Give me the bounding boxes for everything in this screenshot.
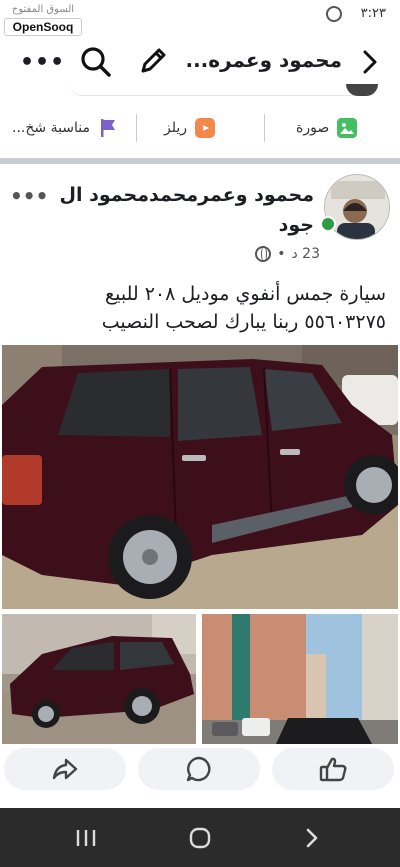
recents-icon[interactable] [70,822,102,854]
avatar-image [325,175,389,239]
back-icon[interactable] [296,822,328,854]
reels-button[interactable]: ريلز [164,110,216,146]
comment-button[interactable] [138,748,260,790]
car-side-photo[interactable] [2,614,196,744]
building-street-art [202,614,398,744]
online-indicator [320,216,336,232]
main-car-photo[interactable] [2,345,398,609]
post-text: سيارة جمس أنفوي موديل ٢٠٨ للبيع ٥٥٦٠٣٢٧٥… [16,280,386,336]
share-button[interactable] [4,748,126,790]
post-time[interactable]: 23 د [291,246,320,262]
search-icon[interactable] [78,44,114,80]
building-street-photo[interactable] [202,614,398,744]
whatsapp-icon [326,6,342,22]
car-side-art [2,614,196,744]
life-event-button[interactable]: مناسبة شخ... [12,110,118,146]
reaction-bar [0,746,400,794]
status-time: ٣:٢٣ [360,6,386,21]
composer-actions: صورة ريلز مناسبة شخ... [0,110,400,146]
life-event-label: مناسبة شخ... [12,120,91,136]
chevron-right-icon[interactable] [358,48,382,76]
watermark-brand: OpenSooq [4,18,82,36]
page-title: محمود وعمره... [185,48,342,72]
composer-input-partial[interactable] [70,84,380,96]
like-button[interactable] [272,748,394,790]
post-meta: 23 د • [255,246,320,262]
comment-icon [186,756,211,782]
photo-icon [337,118,358,138]
flag-icon [101,119,116,137]
reels-label: ريلز [164,120,188,136]
photo-label: صورة [296,120,330,136]
system-nav-bar [0,808,400,867]
car-photo-art [2,345,398,609]
post-text-line: ٥٥٦٠٣٢٧٥ ربنا يبارك لصحب النصيب [101,311,386,333]
reels-icon [195,118,216,138]
post-text-line: سيارة جمس أنفوي موديل ٢٠٨ للبيع [104,283,386,305]
divider [264,114,265,142]
post-author-name[interactable]: محمود وعمرمحمدمحمود ال جود [34,180,314,240]
watermark-arabic: السوق المفتوح [11,4,75,15]
home-icon[interactable] [184,822,216,854]
globe-icon [255,246,272,262]
author-avatar[interactable] [324,174,390,240]
divider [136,114,137,142]
app-bar: محمود وعمره... ••• [0,40,400,84]
pencil-icon[interactable] [136,44,170,78]
opensooq-watermark: السوق المفتوح OpenSooq [4,4,82,36]
meta-dot: • [277,246,286,262]
photo-button[interactable]: صورة [296,110,358,146]
post-more-icon[interactable]: ••• [10,184,48,208]
share-icon [52,758,78,780]
more-icon[interactable]: ••• [20,50,65,75]
section-separator [0,158,400,164]
like-icon [319,757,347,782]
